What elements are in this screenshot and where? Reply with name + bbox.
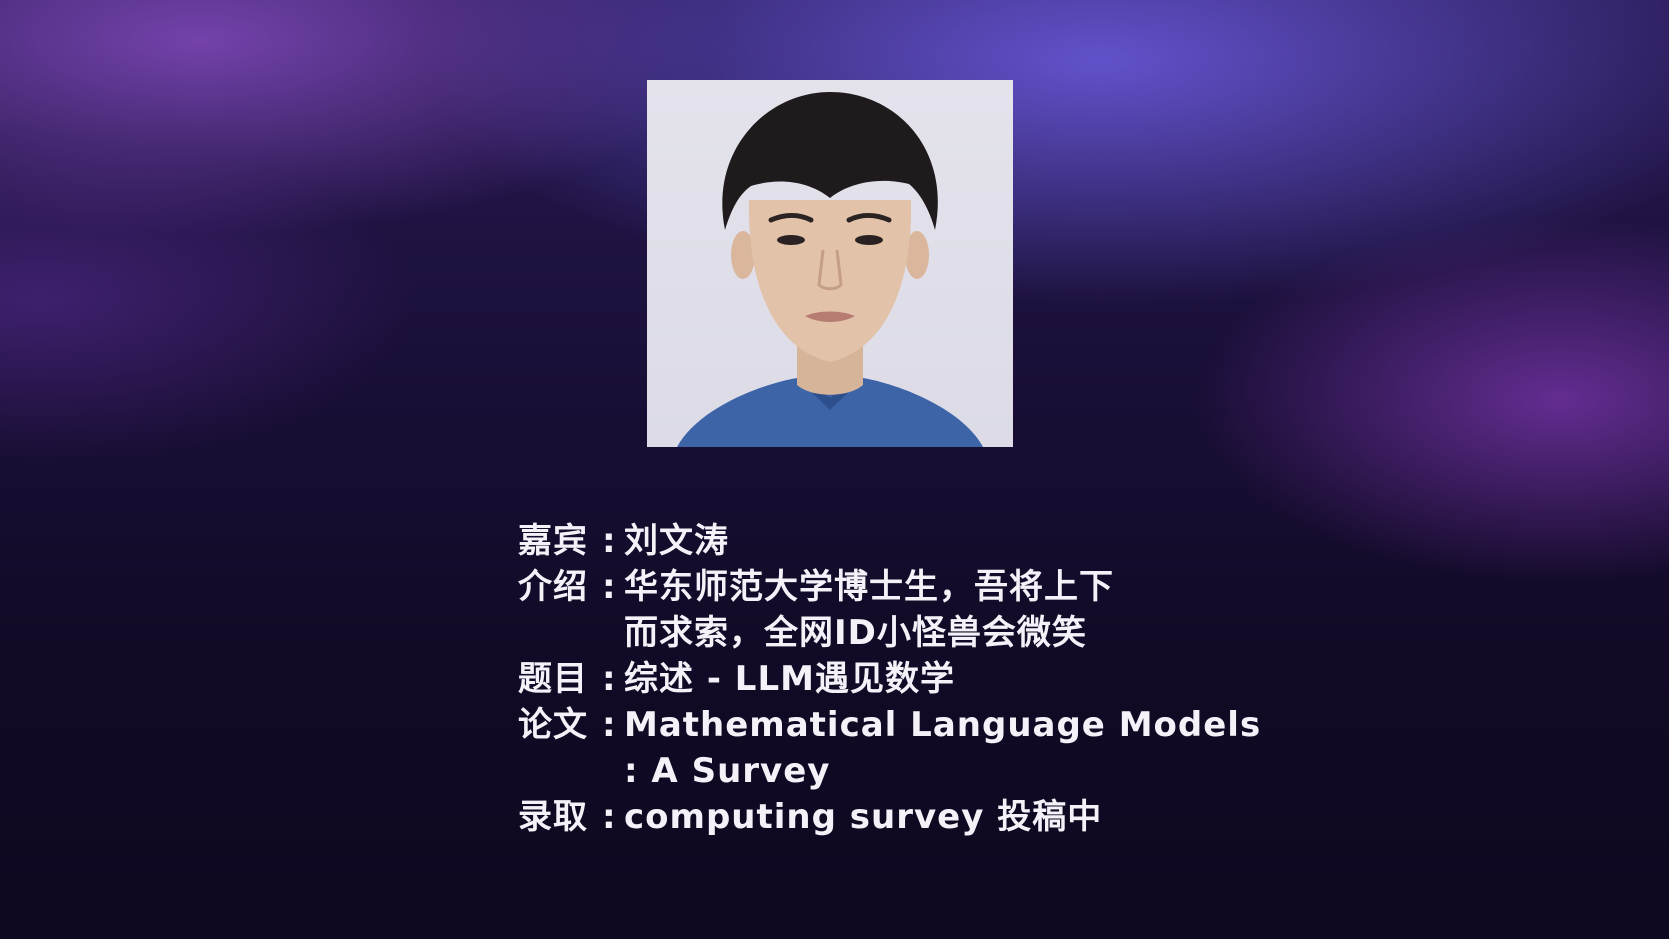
accepted-colon: :	[602, 797, 617, 837]
paper-colon: :	[602, 705, 617, 745]
paper-title-line: Mathematical Language Models	[624, 705, 1262, 745]
paper-label: 论文	[518, 705, 588, 745]
intro-line: 而求索，全网ID小怪兽会微笑	[624, 613, 1087, 653]
guest-label: 嘉宾	[518, 521, 588, 561]
paper-title: Mathematical Language Models : A Survey	[624, 702, 1261, 794]
guest-colon: :	[602, 521, 617, 561]
intro-row: 介绍 : 华东师范大学博士生，吾将上下 而求索，全网ID小怪兽会微笑	[518, 564, 1218, 656]
topic-colon: :	[602, 659, 617, 699]
speaker-photo	[647, 80, 1013, 447]
accepted-row: 录取 : computing survey 投稿中	[518, 794, 1218, 840]
guest-row: 嘉宾 : 刘文涛	[518, 518, 1218, 564]
intro-colon: :	[602, 567, 617, 607]
paper-row: 论文 : Mathematical Language Models : A Su…	[518, 702, 1260, 794]
person-photo-icon	[677, 92, 983, 447]
slide-background: 嘉宾 : 刘文涛 介绍 : 华东师范大学博士生，吾将上下 而求索，全网ID小怪兽…	[0, 0, 1669, 939]
intro-text: 华东师范大学博士生，吾将上下 而求索，全网ID小怪兽会微笑	[624, 564, 1218, 656]
accepted-status: computing survey 投稿中	[624, 797, 1103, 837]
paper-title-line: : A Survey	[624, 751, 831, 791]
guest-name: 刘文涛	[624, 521, 729, 561]
topic-row: 题目 : 综述 - LLM遇见数学	[518, 656, 1218, 702]
intro-line: 华东师范大学博士生，吾将上下	[624, 567, 1114, 607]
accepted-label: 录取	[518, 797, 588, 837]
topic-label: 题目	[518, 659, 588, 699]
intro-label: 介绍	[518, 567, 588, 607]
topic-text: 综述 - LLM遇见数学	[624, 659, 955, 699]
speaker-info: 嘉宾 : 刘文涛 介绍 : 华东师范大学博士生，吾将上下 而求索，全网ID小怪兽…	[518, 518, 1260, 840]
